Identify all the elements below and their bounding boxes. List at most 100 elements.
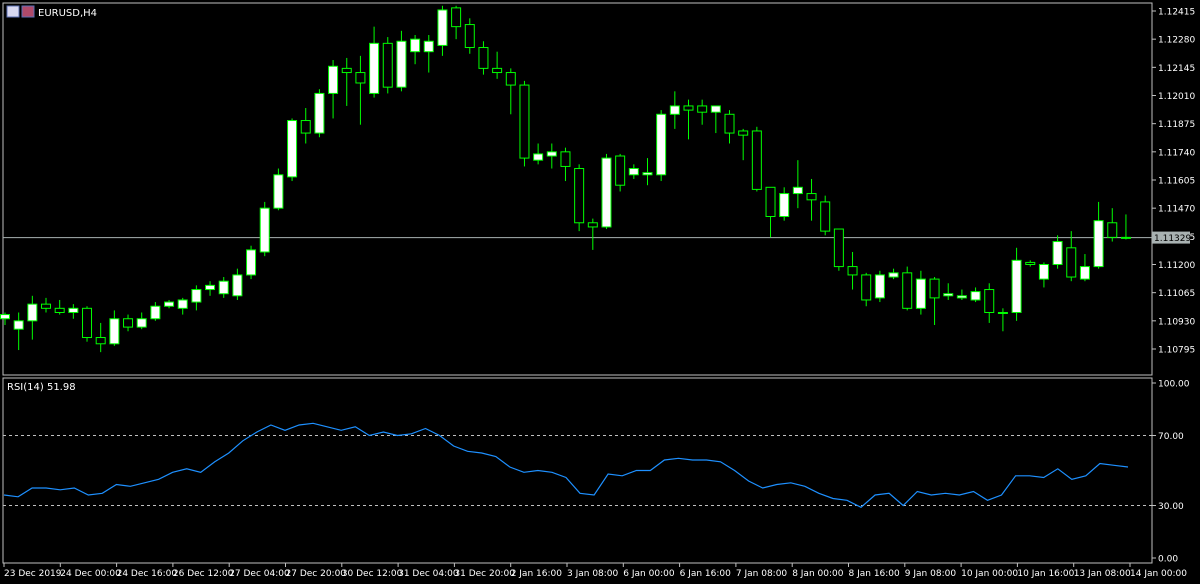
candle-body [984, 289, 995, 313]
rsi-tick-label: 70.00 [1158, 432, 1184, 442]
candle[interactable] [833, 228, 844, 271]
candle-body [997, 311, 1008, 314]
time-tick-label: 2 Jan 16:00 [511, 569, 563, 579]
time-tick-label: 7 Jan 08:00 [736, 569, 788, 579]
current-price-label: 1.11329 [1154, 234, 1191, 244]
candle-body [1038, 264, 1049, 280]
price-tick-label: 1.11740 [1158, 148, 1195, 158]
candle-body [806, 193, 817, 201]
price-tick-label: 1.12280 [1158, 36, 1195, 46]
candle-body [232, 274, 243, 297]
candle-body [1120, 236, 1131, 239]
candle-body [423, 40, 434, 53]
candle-body [820, 201, 831, 232]
candle[interactable] [820, 195, 831, 236]
time-tick-label: 8 Jan 16:00 [849, 569, 901, 579]
candle-body [738, 130, 749, 136]
candle-body [1052, 241, 1063, 265]
candle[interactable] [874, 270, 885, 303]
price-tick-label: 1.11065 [1158, 289, 1195, 299]
candle[interactable] [314, 89, 325, 138]
candle-body [396, 40, 407, 88]
candle-body [54, 307, 65, 313]
time-tick-label: 8 Jan 00:00 [792, 569, 844, 579]
candle-body [833, 228, 844, 268]
candle[interactable] [259, 201, 270, 257]
candle-body [642, 172, 653, 176]
candle-body [847, 266, 858, 276]
rsi-title: RSI(14) 51.98 [7, 382, 76, 393]
candle-body [136, 318, 147, 328]
candle-body [1025, 261, 1036, 265]
current-price-tag: 1.11329 [1152, 231, 1191, 244]
time-tick-label: 24 Dec 16:00 [117, 569, 178, 579]
candle-body [669, 105, 680, 115]
candle-body [355, 72, 366, 84]
price-tick-label: 1.10795 [1158, 346, 1195, 356]
rsi-tick-label: 0.00 [1158, 555, 1178, 565]
candle-body [341, 67, 352, 74]
time-tick-label: 10 Jan 00:00 [961, 569, 1018, 579]
candle[interactable] [656, 110, 667, 182]
candle-body [792, 186, 803, 195]
candle[interactable] [902, 266, 913, 311]
candle[interactable] [574, 164, 585, 232]
time-tick-label: 9 Jan 08:00 [905, 569, 957, 579]
candle-body [615, 155, 626, 186]
flag-icon [21, 5, 35, 18]
price-tick-label: 1.11470 [1158, 205, 1195, 215]
candle-body [902, 272, 913, 309]
candle-body [328, 65, 339, 94]
candle[interactable] [273, 168, 284, 211]
candle-body [546, 151, 557, 157]
candle-body [451, 7, 462, 28]
candle-body [1107, 222, 1118, 238]
candle-body [628, 168, 639, 176]
candle-body [724, 113, 735, 134]
time-tick-label: 23 Dec 2019 [4, 569, 62, 579]
rsi-tick-label: 100.00 [1158, 380, 1190, 390]
candle-body [929, 278, 940, 299]
candle[interactable] [601, 153, 612, 230]
candle[interactable] [287, 118, 298, 182]
candle-body [601, 157, 612, 228]
rsi-tick-label: 30.00 [1158, 502, 1184, 512]
candle[interactable] [246, 245, 257, 280]
candle-body [369, 42, 380, 94]
candle[interactable] [382, 37, 393, 94]
candle-body [109, 318, 120, 345]
candle-body [246, 249, 257, 276]
price-tick-label: 1.10930 [1158, 317, 1195, 327]
candle-body [533, 153, 544, 161]
candle-body [205, 284, 216, 291]
candle-body [164, 301, 175, 307]
candle-body [464, 24, 475, 49]
candle-body [1066, 247, 1077, 278]
candle-body [779, 193, 790, 218]
price-tick-label: 1.11200 [1158, 261, 1195, 271]
candle-body [1093, 220, 1104, 268]
candle-body [410, 38, 421, 53]
candle[interactable] [751, 126, 762, 192]
time-tick-label: 26 Dec 12:00 [173, 569, 234, 579]
candle-body [314, 92, 325, 134]
candle-body [751, 130, 762, 190]
candle-body [915, 278, 926, 309]
candle-body [41, 303, 52, 309]
symbol-title: EURUSD,H4 [38, 8, 97, 19]
candle-body [273, 174, 284, 209]
candle-body [697, 105, 708, 113]
candle-body [478, 47, 489, 69]
candle-body [300, 120, 311, 134]
price-tick-label: 1.12145 [1158, 64, 1195, 74]
candle-body [710, 105, 721, 113]
time-tick-label: 13 Jan 08:00 [1074, 569, 1131, 579]
candle-body [1011, 259, 1022, 313]
candle-body [123, 318, 134, 328]
price-tick-label: 1.11605 [1158, 177, 1195, 187]
candle[interactable] [82, 306, 93, 342]
chart-terminal[interactable]: EURUSD,H4 1.12415 1.12280 1.12145 1.12010 1.… [0, 0, 1200, 584]
time-tick-label: 31 Dec 04:00 [398, 569, 459, 579]
candle[interactable] [519, 80, 530, 167]
candle-body [874, 274, 885, 299]
